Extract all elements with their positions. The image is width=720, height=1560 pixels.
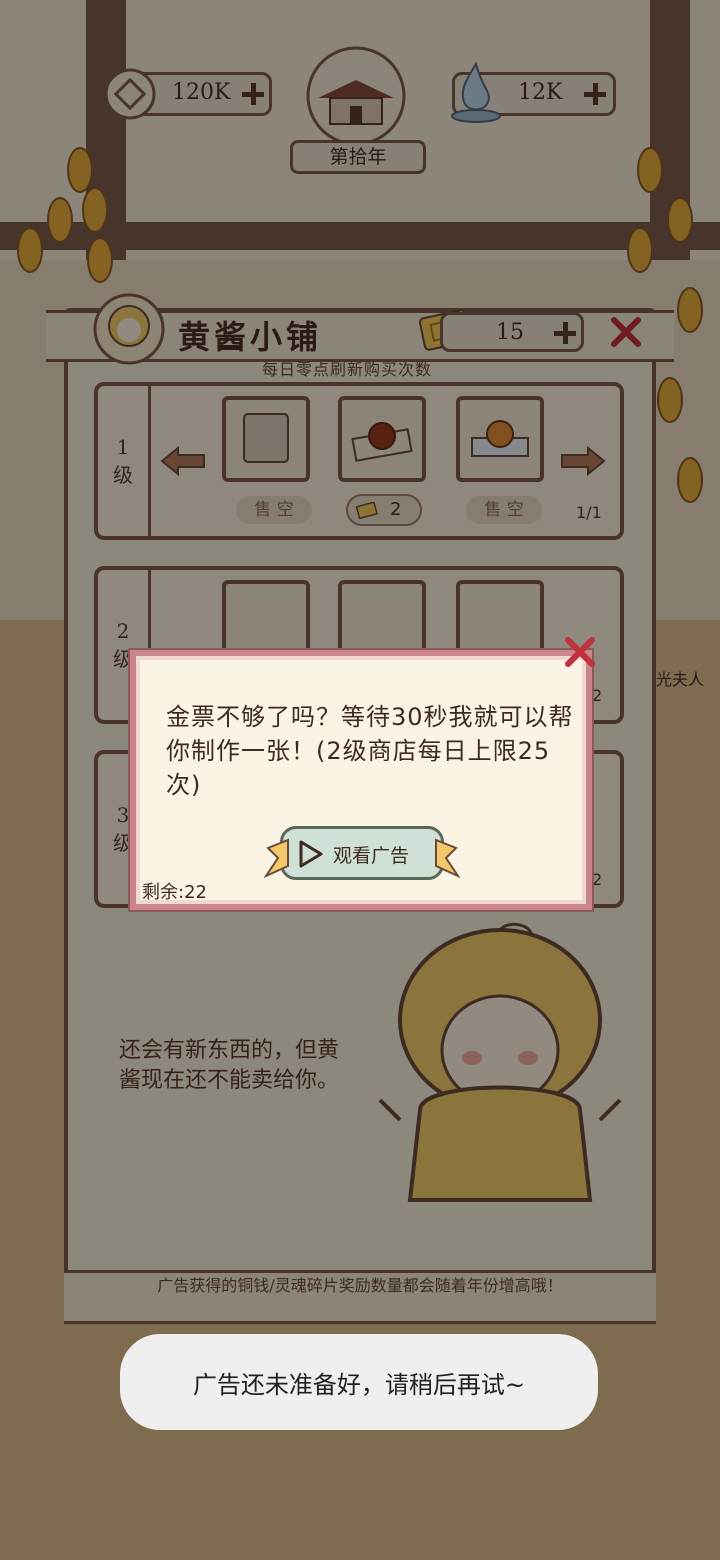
dialog-message: 金票不够了吗？等待30秒我就可以帮你制作一张！(2级商店每日上限25次) — [166, 703, 574, 799]
button-ribbon-left-icon — [264, 838, 289, 879]
button-ribbon-right-icon — [435, 838, 460, 879]
watch-ad-label: 观看广告 — [333, 845, 410, 867]
ticket-dialog: 金票不够了吗？等待30秒我就可以帮你制作一张！(2级商店每日上限25次) 观看广… — [130, 650, 592, 910]
watch-ad-button[interactable]: 观看广告 — [280, 826, 444, 880]
play-icon — [299, 840, 323, 868]
toast-message: 广告还未准备好，请稍后再试~ — [120, 1334, 598, 1430]
close-dialog-icon[interactable] — [562, 634, 598, 670]
remaining-count: 剩余:22 — [142, 882, 207, 903]
